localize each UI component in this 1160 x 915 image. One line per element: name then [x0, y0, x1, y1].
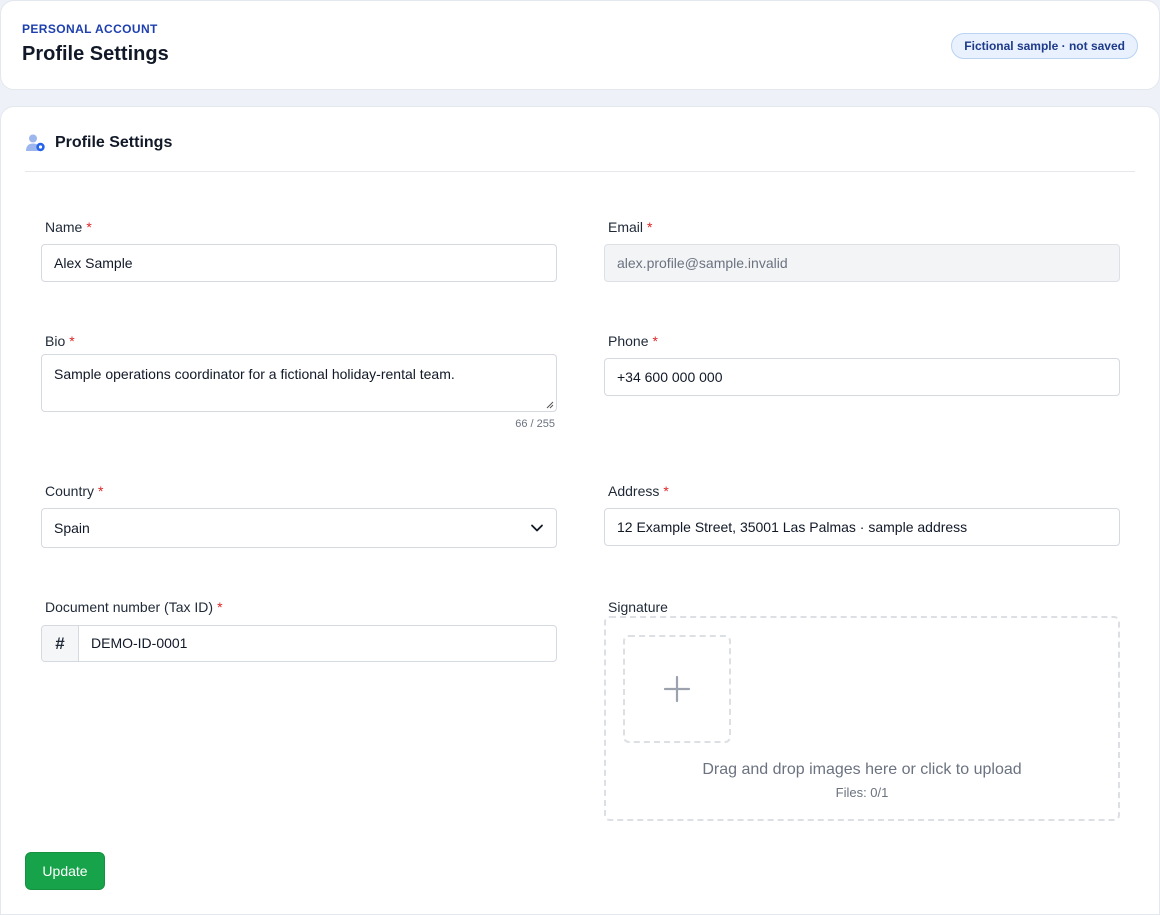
required-marker: *	[663, 483, 669, 499]
hash-icon: #	[42, 626, 79, 661]
name-label-text: Name	[45, 219, 83, 235]
required-marker: *	[69, 333, 75, 349]
address-label-text: Address	[608, 483, 660, 499]
email-field: alex.profile@sample.invalid	[604, 244, 1120, 282]
document-label: Document number (Tax ID) *	[45, 599, 223, 615]
phone-label-text: Phone	[608, 333, 649, 349]
required-marker: *	[217, 599, 223, 615]
document-number-field[interactable]: # DEMO-ID-0001	[41, 625, 557, 662]
bio-label: Bio *	[45, 333, 75, 349]
required-marker: *	[647, 219, 653, 235]
name-field[interactable]: Alex Sample	[41, 244, 557, 282]
plus-icon	[663, 675, 691, 703]
card-title: Profile Settings	[55, 134, 173, 151]
dropzone-instructions: Drag and drop images here or click to up…	[702, 761, 1022, 778]
user-gear-icon	[25, 133, 47, 153]
dropzone-file-count: Files: 0/1	[835, 785, 889, 800]
page-eyebrow: PERSONAL ACCOUNT	[22, 22, 158, 36]
document-number-value[interactable]: DEMO-ID-0001	[79, 626, 556, 661]
email-label-text: Email	[608, 219, 644, 235]
update-button[interactable]: Update	[25, 852, 105, 890]
bio-char-counter: 66 / 255	[515, 418, 555, 430]
address-field[interactable]: 12 Example Street, 35001 Las Palmas · sa…	[604, 508, 1120, 546]
email-label: Email *	[608, 219, 652, 235]
document-label-text: Document number (Tax ID)	[45, 599, 214, 615]
bio-textarea[interactable]: Sample operations coordinator for a fict…	[41, 354, 557, 412]
signature-dropzone[interactable]: Drag and drop images here or click to up…	[604, 616, 1120, 821]
header-divider	[25, 171, 1135, 172]
country-label: Country *	[45, 483, 103, 499]
phone-label: Phone *	[608, 333, 658, 349]
address-label: Address *	[608, 483, 669, 499]
bio-label-text: Bio	[45, 333, 66, 349]
country-value: Spain	[54, 520, 90, 536]
required-marker: *	[86, 219, 92, 235]
add-image-tile[interactable]	[623, 635, 731, 743]
resize-handle-icon[interactable]	[546, 401, 554, 409]
required-marker: *	[98, 483, 104, 499]
page-title: Profile Settings	[22, 43, 169, 65]
signature-label: Signature	[608, 599, 668, 615]
phone-field[interactable]: +34 600 000 000	[604, 358, 1120, 396]
status-badge: Fictional sample · not saved	[951, 33, 1138, 59]
chevron-down-icon	[531, 524, 543, 532]
name-label: Name *	[45, 219, 92, 235]
card-header: Profile Settings	[25, 133, 172, 153]
required-marker: *	[652, 333, 658, 349]
bio-text: Sample operations coordinator for a fict…	[54, 366, 455, 382]
page-header: PERSONAL ACCOUNT Profile Settings Fictio…	[0, 0, 1160, 90]
country-label-text: Country	[45, 483, 95, 499]
profile-settings-card: Profile Settings Name * Alex Sample Email…	[0, 106, 1160, 915]
country-select[interactable]: Spain	[41, 508, 557, 548]
